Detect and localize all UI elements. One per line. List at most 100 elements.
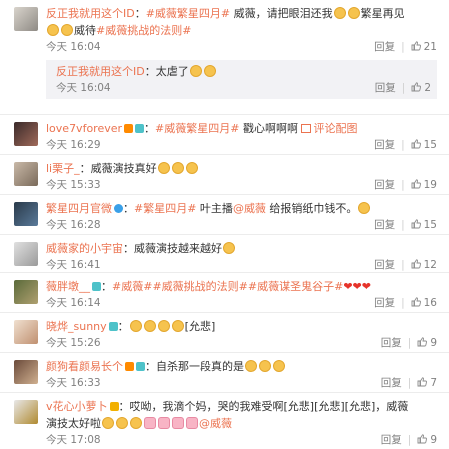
emoji-icon	[358, 202, 371, 214]
avatar[interactable]	[14, 400, 38, 424]
avatar[interactable]	[14, 242, 38, 266]
comment-username[interactable]: 繁星四月官微	[46, 202, 112, 215]
member-badge-icon	[124, 124, 134, 133]
topic-link[interactable]: #威薇挑战的法则#	[152, 280, 247, 293]
like-count: 21	[423, 41, 437, 53]
pig-emoji-icon	[172, 417, 184, 429]
avatar[interactable]	[14, 320, 38, 344]
reply-button[interactable]: 回复	[374, 179, 395, 191]
like-button[interactable]: 19	[411, 179, 437, 191]
comment-item: 反正我就用这个ID：#威薇繁星四月# 威薇，请把眼泪还我 繁星再见 威待#威薇挑战…	[0, 0, 449, 115]
emoji-icon	[129, 320, 142, 332]
comment-body: v花心小萝卜 ：哎呦，我滴个妈，哭的我难受啊[允悲][允悲][允悲]，威薇 演技太…	[46, 400, 409, 430]
pig-emoji-icon	[158, 417, 170, 429]
like-button[interactable]: 9	[417, 434, 437, 446]
emoji-icon	[333, 7, 346, 19]
comment-username[interactable]: 威薇家的小宇宙	[46, 242, 123, 255]
emoji-icon	[143, 320, 156, 332]
thumbs-up-icon	[411, 41, 421, 51]
reply-button[interactable]: 回复	[374, 41, 395, 53]
reply-thread: 反正我就用这个ID：太虐了 今天 16:04 回复 | 2	[46, 60, 437, 99]
comment-time: 今天 16:28	[46, 219, 101, 231]
heart-icon: ❤	[343, 280, 353, 293]
avatar[interactable]	[14, 162, 38, 186]
comment-body: 反正我就用这个ID：#威薇繁星四月# 威薇，请把眼泪还我 繁星再见 威待#威薇挑战…	[46, 7, 405, 37]
member-badge-icon	[125, 362, 134, 371]
fan-badge-icon	[136, 362, 145, 371]
topic-link[interactable]: #繁星四月#	[134, 202, 196, 215]
like-button[interactable]: 16	[411, 297, 437, 309]
comment-item: v花心小萝卜 ：哎呦，我滴个妈，哭的我难受啊[允悲][允悲][允悲]，威薇 演技太…	[0, 393, 449, 449]
comment-username[interactable]: 晓烨_sunny	[46, 320, 107, 333]
thumbs-up-icon	[411, 179, 421, 189]
topic-link[interactable]: #威薇繁星四月#	[146, 7, 230, 20]
comment-time: 今天 16:41	[46, 259, 101, 271]
comment-time: 今天 16:29	[46, 139, 101, 151]
like-count: 15	[423, 139, 437, 151]
comment-username[interactable]: 反正我就用这个ID	[46, 7, 135, 20]
heart-icon: ❤	[361, 280, 371, 293]
avatar[interactable]	[14, 7, 38, 31]
comment-body: 威薇家的小宇宙：威薇演技越来越好	[46, 240, 437, 257]
like-count: 19	[423, 179, 437, 191]
thumbs-up-icon	[417, 377, 428, 387]
mention-link[interactable]: @威薇	[199, 417, 232, 430]
comment-list: 反正我就用这个ID：#威薇繁星四月# 威薇，请把眼泪还我 繁星再见 威待#威薇挑战…	[0, 0, 449, 449]
reply-username[interactable]: 反正我就用这个ID	[56, 65, 145, 78]
reply-button[interactable]: 回复	[381, 434, 402, 446]
reply-button[interactable]: 回复	[381, 377, 402, 389]
reply-button[interactable]: 回复	[374, 139, 395, 151]
emoji-icon	[185, 162, 198, 174]
fan-badge-icon	[108, 322, 118, 331]
comment-body: 繁星四月官微 ：#繁星四月# 叶主播@威薇 给报销纸巾钱不。	[46, 200, 437, 217]
like-count: 2	[424, 82, 431, 94]
comment-time: 今天 15:33	[46, 179, 101, 191]
like-button[interactable]: 21	[411, 41, 437, 53]
reply-button[interactable]: 回复	[374, 297, 395, 309]
thumbs-up-icon	[417, 434, 428, 444]
emoji-icon	[61, 24, 73, 36]
emoji-icon	[157, 320, 170, 332]
emoji-icon	[47, 24, 59, 36]
comment-username[interactable]: 颜狗看颜易长个	[46, 360, 123, 373]
emoji-icon	[203, 65, 216, 77]
emoji-icon	[171, 320, 184, 332]
pig-emoji-icon	[186, 417, 198, 429]
like-button[interactable]: 12	[411, 259, 437, 271]
like-button[interactable]: 9	[417, 337, 437, 349]
like-button[interactable]: 15	[411, 219, 437, 231]
comment-time: 今天 15:26	[46, 337, 101, 349]
thumbs-up-icon	[411, 259, 421, 269]
avatar[interactable]	[14, 280, 38, 304]
comment-username[interactable]: 薇胖墩__	[46, 280, 90, 293]
like-count: 12	[423, 259, 437, 271]
reply-button[interactable]: 回复	[375, 82, 396, 94]
avatar[interactable]	[14, 360, 38, 384]
heart-icon: ❤	[352, 280, 362, 293]
reply-button[interactable]: 回复	[381, 337, 402, 349]
comment-body: li栗子_：威薇演技真好	[46, 160, 437, 177]
topic-link[interactable]: #威薇谋圣鬼谷子#	[248, 280, 343, 293]
comment-username[interactable]: li栗子_	[46, 162, 80, 175]
reply-button[interactable]: 回复	[374, 259, 395, 271]
like-button[interactable]: 15	[411, 139, 437, 151]
reply-button[interactable]: 回复	[374, 219, 395, 231]
verified-badge-icon	[114, 204, 123, 213]
comment-meta: 今天 16:04 回复 | 21	[46, 41, 437, 53]
comment-image-link[interactable]: 评论配图	[301, 122, 357, 135]
emoji-icon	[171, 162, 184, 174]
topic-link[interactable]: #威薇挑战的法则#	[96, 24, 191, 37]
emoji-icon	[259, 360, 271, 372]
topic-link[interactable]: #威薇#	[112, 280, 152, 293]
comment-meta: 今天 17:08 回复 | 9	[46, 434, 437, 446]
avatar[interactable]	[14, 122, 38, 146]
comment-time: 今天 16:33	[46, 377, 101, 389]
topic-link[interactable]: #威薇繁星四月#	[155, 122, 239, 135]
comment-username[interactable]: love7vforever	[46, 122, 122, 135]
avatar[interactable]	[14, 202, 38, 226]
comment-username[interactable]: v花心小萝卜	[46, 400, 108, 413]
mention-link[interactable]: @威薇	[233, 202, 266, 215]
like-button[interactable]: 2	[411, 82, 431, 94]
like-button[interactable]: 7	[417, 377, 437, 389]
emoji-icon	[273, 360, 285, 372]
